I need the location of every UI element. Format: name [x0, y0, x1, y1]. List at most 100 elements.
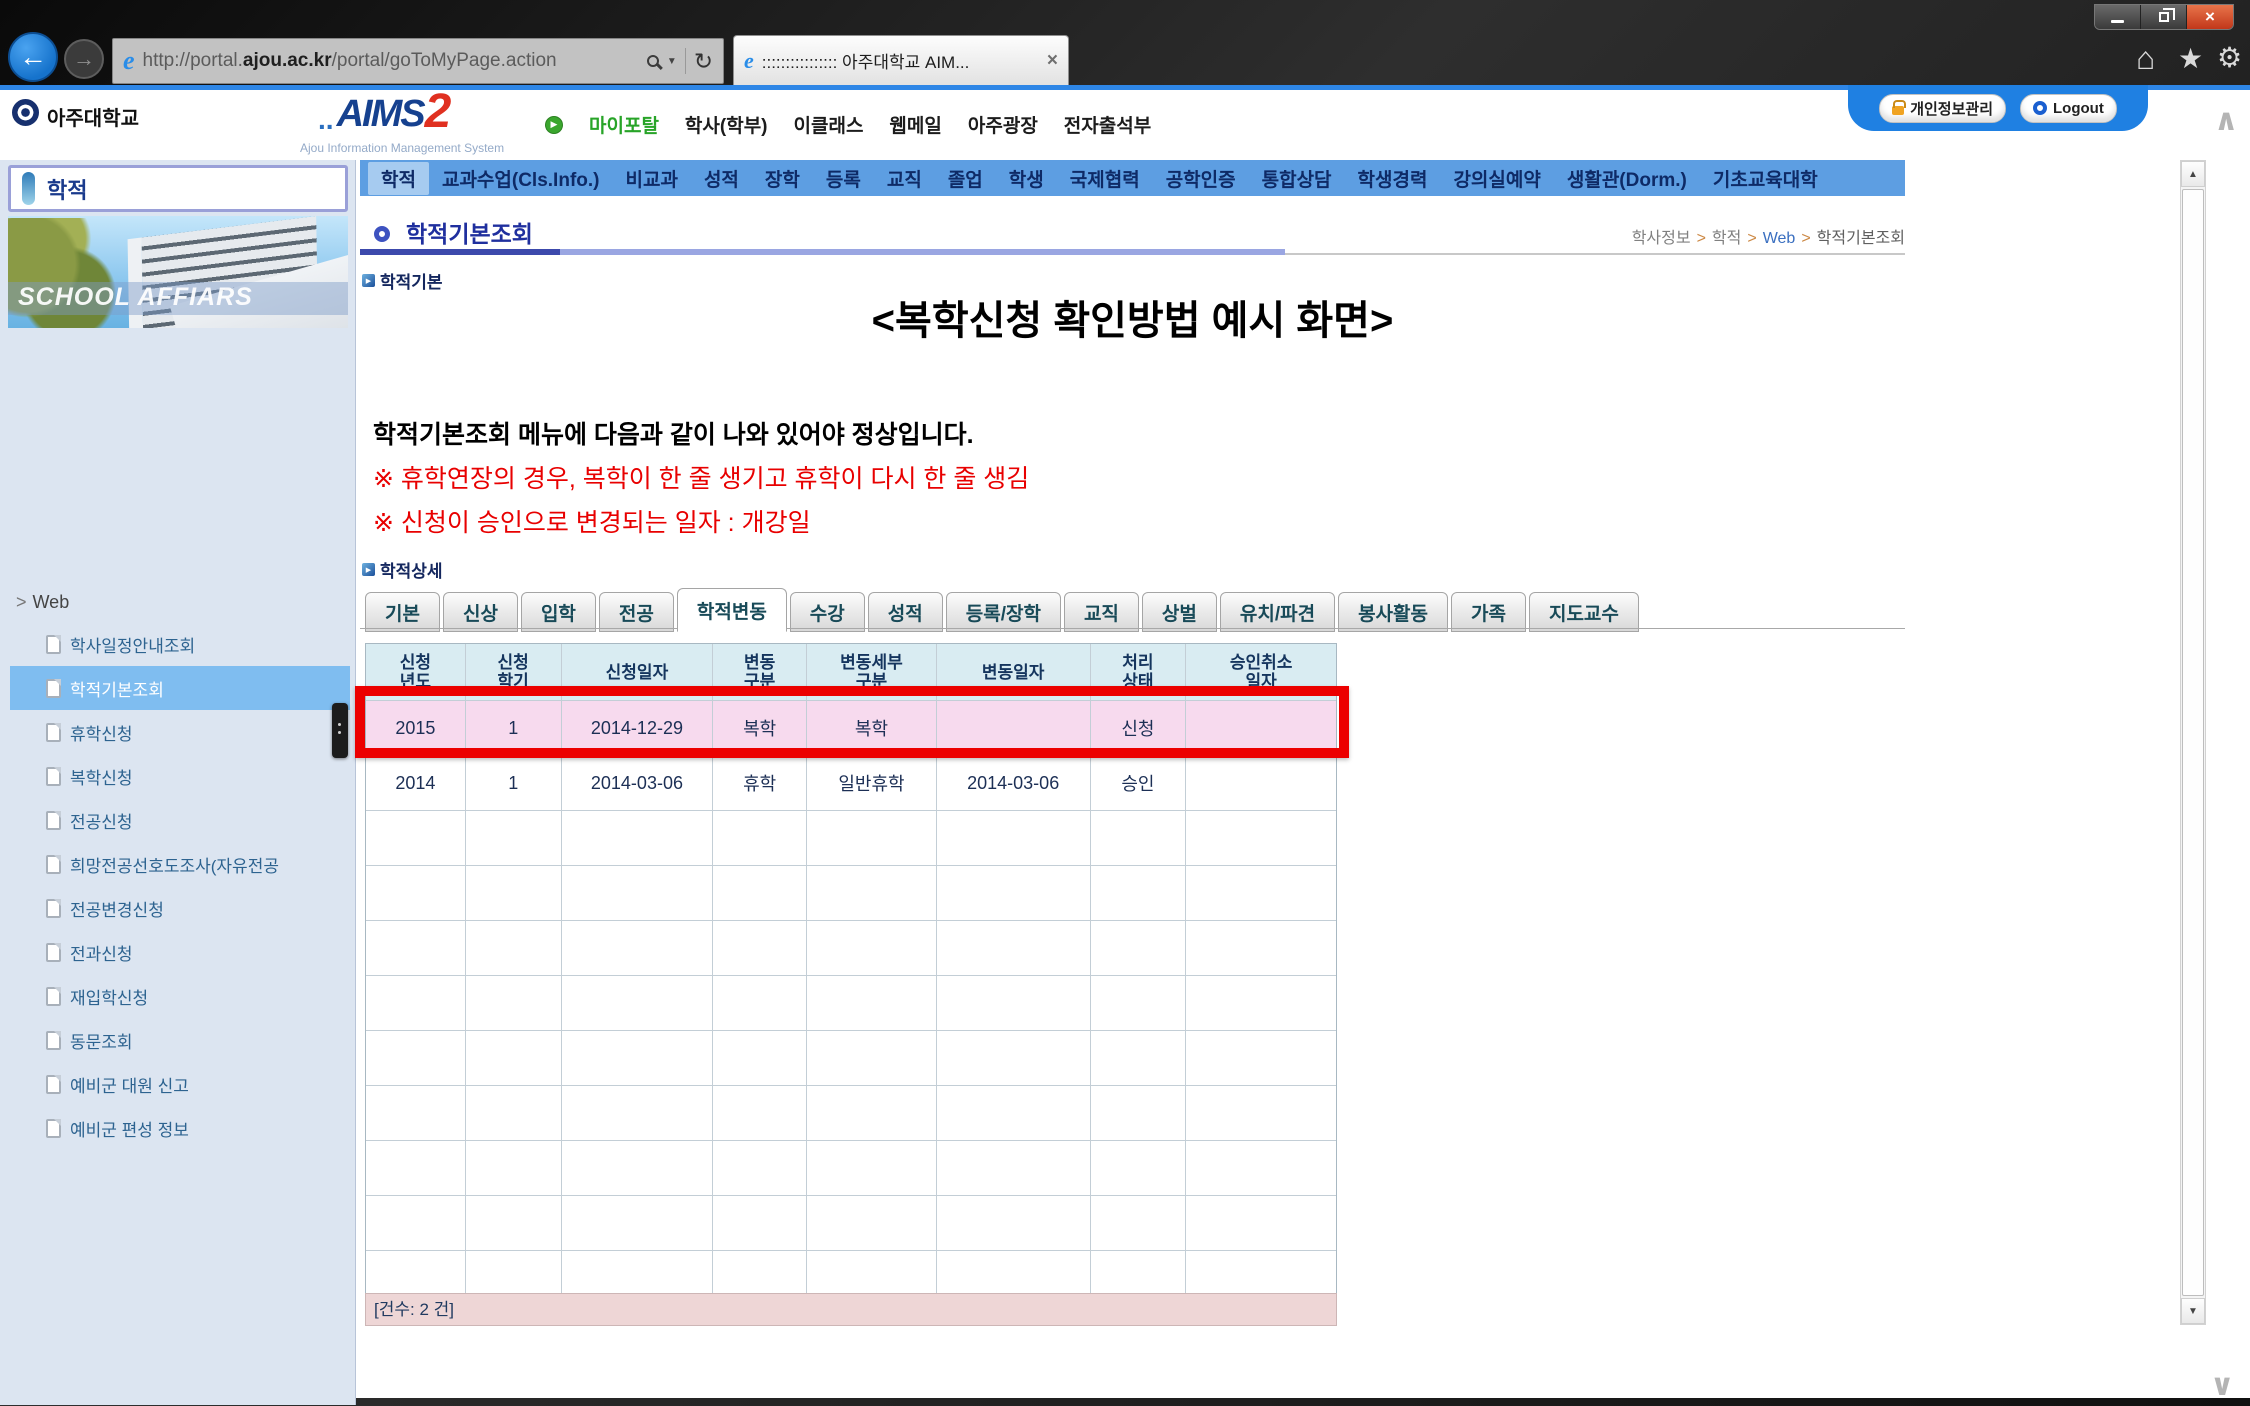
sidebar-item-readmission[interactable]: 재입학신청: [10, 974, 350, 1018]
menu-item-myportal[interactable]: 마이포탈: [589, 111, 659, 138]
menu-bullet-icon: ▶: [545, 116, 563, 134]
window-controls: ×: [2094, 4, 2234, 30]
sidebar-item-reserve-info[interactable]: 예비군 편성 정보: [10, 1106, 350, 1150]
navbar-item-janghak[interactable]: 장학: [752, 162, 813, 195]
navbar-item-gicho[interactable]: 기초교육대학: [1700, 162, 1831, 195]
empty-cell: [1091, 1196, 1187, 1251]
navbar-item-deungnok[interactable]: 등록: [813, 162, 874, 195]
scrollbar-thumb[interactable]: [2182, 189, 2204, 1296]
tab-close-icon[interactable]: ×: [1047, 50, 1058, 72]
tab-basic[interactable]: 기본: [365, 592, 440, 632]
sidebar-item-reserve-report[interactable]: 예비군 대원 신고: [10, 1062, 350, 1106]
empty-cell: [1186, 866, 1336, 921]
navbar-item-joreop[interactable]: 졸업: [935, 162, 996, 195]
restore-icon: [2159, 12, 2169, 22]
sidebar-item-record-inquiry[interactable]: 학적기본조회: [10, 666, 350, 710]
sidebar-group-web[interactable]: >Web: [16, 592, 69, 613]
close-window-button[interactable]: ×: [2187, 5, 2233, 29]
tab-grades[interactable]: 성적: [868, 592, 943, 632]
tab-volunteer[interactable]: 봉사활동: [1338, 592, 1448, 632]
privacy-button[interactable]: 개인정보관리: [1879, 94, 2006, 123]
empty-cell: [937, 1031, 1091, 1086]
tab-family[interactable]: 가족: [1451, 592, 1526, 632]
navbar-item-tonghap[interactable]: 통합상담: [1249, 162, 1345, 195]
tab-rewards[interactable]: 상벌: [1142, 592, 1217, 632]
empty-cell: [937, 921, 1091, 976]
navbar-item-dorm[interactable]: 생활관(Dorm.): [1554, 162, 1700, 195]
navbar-item-hakjeok[interactable]: 학적: [368, 162, 429, 195]
empty-cell: [1186, 1251, 1336, 1294]
tab-admission[interactable]: 입학: [521, 592, 596, 632]
sidebar-item-alumni[interactable]: 동문조회: [10, 1018, 350, 1062]
empty-cell: [937, 866, 1091, 921]
scroll-down-button[interactable]: ▼: [2181, 1298, 2205, 1324]
menu-item-webmail[interactable]: 웹메일: [889, 111, 941, 138]
sidebar-item-major-survey[interactable]: 희망전공선호도조사(자유전공: [10, 842, 350, 886]
chevron-down-icon[interactable]: ∨: [2210, 1368, 2234, 1403]
browser-tab[interactable]: e :::::::::::::::: 아주대학교 AIM... ×: [733, 35, 1069, 85]
menu-item-eclass[interactable]: 이클래스: [794, 111, 864, 138]
tab-record-change[interactable]: 학적변동: [677, 588, 787, 632]
search-dropdown-icon[interactable]: ▼: [667, 56, 677, 67]
empty-cell: [366, 866, 466, 921]
tab-advisor[interactable]: 지도교수: [1529, 592, 1639, 632]
tab-teaching[interactable]: 교직: [1064, 592, 1139, 632]
home-icon[interactable]: ⌂: [2136, 42, 2155, 74]
empty-cell: [1091, 811, 1187, 866]
menu-item-attendance[interactable]: 전자출석부: [1064, 111, 1151, 138]
page-icon: [46, 1031, 61, 1050]
navbar-item-gangui[interactable]: 강의실예약: [1440, 162, 1553, 195]
menu-item-plaza[interactable]: 아주광장: [968, 111, 1038, 138]
empty-cell: [1186, 1086, 1336, 1141]
navbar-item-gyeongnyeok[interactable]: 학생경력: [1345, 162, 1441, 195]
breadcrumb-item[interactable]: 학사정보: [1632, 230, 1691, 247]
breadcrumb-item[interactable]: Web: [1763, 230, 1796, 247]
menu-item-haksa[interactable]: 학사(학부): [685, 111, 768, 138]
red-highlight-rectangle: [355, 686, 1349, 758]
tab-enrollment[interactable]: 수강: [790, 592, 865, 632]
logout-button[interactable]: Logout: [2020, 94, 2117, 123]
title-underline-light: [560, 249, 1285, 255]
tab-major[interactable]: 전공: [599, 592, 674, 632]
navbar-item-gonghak[interactable]: 공학인증: [1153, 162, 1249, 195]
sidebar-item-major-change[interactable]: 전공변경신청: [10, 886, 350, 930]
tab-personal[interactable]: 신상: [443, 592, 518, 632]
empty-cell: [1091, 1031, 1187, 1086]
empty-cell: [713, 1086, 807, 1141]
tab-dispatch[interactable]: 유치/파견: [1220, 592, 1335, 632]
sidebar-item-transfer[interactable]: 전과신청: [10, 930, 350, 974]
chevron-up-icon[interactable]: ∧: [2214, 103, 2238, 138]
empty-cell: [1186, 1141, 1336, 1196]
settings-icon[interactable]: ⚙: [2217, 44, 2242, 72]
navbar-item-seongjeok[interactable]: 성적: [691, 162, 752, 195]
restore-button[interactable]: [2141, 5, 2187, 29]
navbar-item-gukje[interactable]: 국제협력: [1057, 162, 1153, 195]
navbar-item-gyojik[interactable]: 교직: [874, 162, 935, 195]
sidebar-item-major-apply[interactable]: 전공신청: [10, 798, 350, 842]
sidebar-item-return-apply[interactable]: 복학신청: [10, 754, 350, 798]
empty-cell: [562, 1196, 714, 1251]
sidebar-item-schedule[interactable]: 학사일정안내조회: [10, 622, 350, 666]
empty-cell: [1186, 1031, 1336, 1086]
breadcrumb-item[interactable]: 학적기본조회: [1817, 230, 1905, 247]
back-button[interactable]: ←: [8, 32, 58, 82]
note-red-2: ※ 신청이 승인으로 변경되는 일자 : 개강일: [373, 503, 811, 539]
account-area: 개인정보관리 Logout: [1848, 85, 2148, 131]
breadcrumb-item[interactable]: 학적: [1712, 230, 1741, 247]
search-icon[interactable]: [647, 55, 659, 67]
favorites-icon[interactable]: ★: [2178, 45, 2203, 73]
scroll-up-button[interactable]: ▲: [2181, 161, 2205, 187]
empty-cell: [937, 1196, 1091, 1251]
tab-registration[interactable]: 등록/장학: [946, 592, 1061, 632]
forward-button[interactable]: →: [64, 39, 104, 79]
address-bar[interactable]: e http://portal.ajou.ac.kr/portal/goToMy…: [112, 38, 724, 84]
navbar-item-bigyogwa[interactable]: 비교과: [613, 162, 691, 195]
navbar-item-haksaeng[interactable]: 학생: [996, 162, 1057, 195]
minimize-button[interactable]: [2095, 5, 2141, 29]
refresh-icon[interactable]: ↻: [694, 50, 713, 73]
sidebar-item-leave-apply[interactable]: 휴학신청: [10, 710, 350, 754]
empty-cell: [713, 811, 807, 866]
navbar-item-clsinfo[interactable]: 교과수업(Cls.Info.): [429, 162, 613, 195]
sidebar-collapse-handle[interactable]: [332, 703, 348, 758]
page-scrollbar[interactable]: ▲ ▼: [2180, 160, 2206, 1325]
